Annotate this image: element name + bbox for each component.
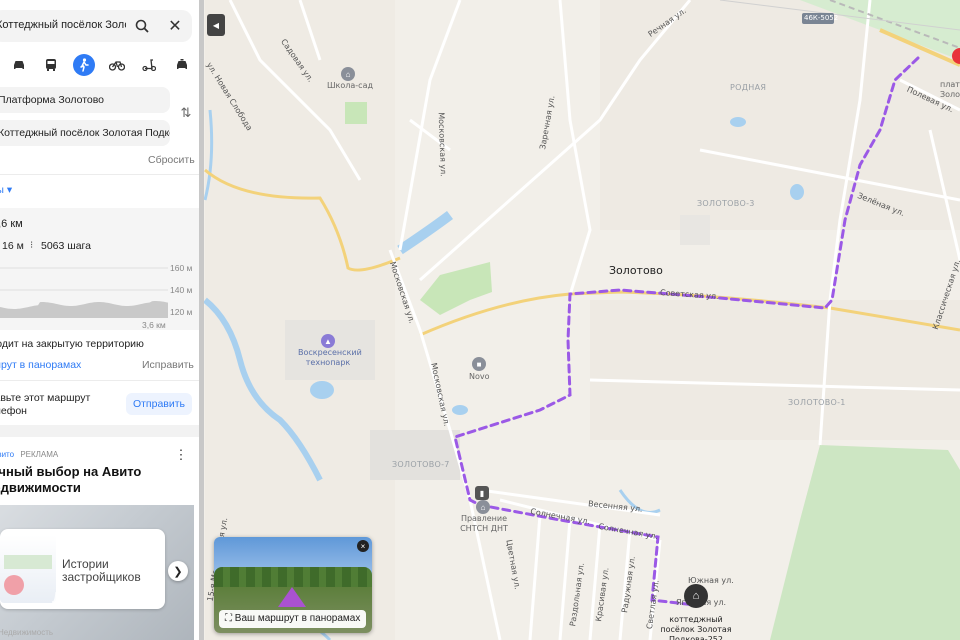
panorama-route-link[interactable]: Маршрут в панорамах — [0, 359, 92, 371]
send-to-phone-button[interactable]: Отправить — [126, 393, 192, 415]
fix-route-button[interactable]: Исправить — [142, 359, 198, 371]
poi-label[interactable]: Школа-сад — [327, 81, 373, 91]
route-warning-text: Проходит на закрытую территорию — [0, 338, 144, 350]
close-icon[interactable]: ✕ — [164, 15, 186, 37]
taxi-mode-icon[interactable] — [171, 54, 193, 76]
poi-label[interactable]: Правление СНТСН ДНТ — [460, 514, 508, 534]
thumb-band — [4, 555, 52, 569]
shop-icon[interactable]: ■ — [472, 357, 486, 371]
more-icon[interactable]: ⋮ — [170, 444, 192, 466]
elevation-end-label: 3,6 км — [142, 320, 166, 330]
route-time: 16 м — [2, 240, 24, 252]
swap-points-icon[interactable]: ⇅ — [175, 102, 197, 124]
search-icon[interactable] — [131, 15, 153, 37]
office-icon[interactable]: ▮ — [475, 486, 489, 500]
ad-thumbnail — [0, 535, 56, 603]
district-label: РОДНАЯ — [730, 83, 767, 92]
ad-title-line: Недвижимости — [0, 480, 81, 495]
route-to-field[interactable]: Коттеджный посёлок Золотая Подкова,... — [0, 120, 170, 146]
collapse-panel-button[interactable]: ◀ — [207, 14, 225, 36]
district-label: ЗОЛОТОВО-3 — [697, 199, 755, 208]
elevation-tick: 140 м — [170, 285, 193, 295]
bus-mode-icon[interactable] — [40, 54, 62, 76]
ad-card-line: застройщиков — [62, 570, 141, 584]
highway-shield-label: 46К-5052 — [804, 14, 839, 22]
chevron-right-icon[interactable]: ❯ — [168, 561, 188, 581]
ad-brand-logo: ДОМКЛИК — [52, 590, 139, 607]
divider — [0, 380, 200, 381]
route-options-dropdown[interactable]: Параметры ▾ — [0, 184, 68, 196]
poi-label[interactable]: платформа Золотово — [940, 80, 960, 100]
send-prompt: Отправьте этот маршрут на телефон — [0, 392, 120, 418]
panorama-card[interactable]: × ⛶ Ваш маршрут в панорамах — [214, 537, 372, 633]
panel-scrollbar[interactable] — [199, 0, 204, 640]
panorama-link-text: Маршрут в панорамах — [0, 359, 82, 371]
ad-badge-suffix: РЕКЛАМА — [20, 450, 59, 459]
walking-mode-icon[interactable] — [73, 54, 95, 76]
reset-button[interactable]: Сбросить — [148, 154, 198, 166]
elevation-tick: 120 м — [170, 307, 193, 317]
ad-brand-name: Авито — [0, 450, 15, 459]
technopark-icon[interactable]: ▲ — [321, 334, 335, 348]
poi-label[interactable]: Novo — [469, 372, 490, 382]
ad-footer: Недвижимость — [0, 628, 54, 637]
route-panel: Коттеджный посёлок Золотая Подкова ✕ Пла… — [0, 0, 200, 640]
route-from-field[interactable]: Платформа Золотово — [0, 87, 170, 113]
search-query[interactable]: Коттеджный посёлок Золотая Подкова — [0, 19, 126, 31]
panorama-icon: ⛶ — [225, 613, 235, 624]
panorama-label[interactable]: ⛶ Ваш маршрут в панорамах — [219, 610, 367, 628]
elevation-tick: 160 м — [170, 263, 193, 273]
route-steps: 5063 шага — [41, 240, 91, 252]
poi-label[interactable]: Воскресенский технопарк — [298, 348, 362, 368]
thumb-badge — [4, 575, 24, 595]
bicycle-mode-icon[interactable] — [106, 54, 128, 76]
building-icon[interactable]: ⌂ — [476, 500, 490, 514]
close-icon[interactable]: × — [357, 540, 369, 552]
district-label: ЗОЛОТОВО-7 — [392, 460, 450, 469]
panorama-arrow-icon — [278, 587, 306, 607]
school-icon[interactable]: ⌂ — [341, 67, 355, 81]
send-prompt-line: Отправьте этот маршрут — [0, 392, 91, 404]
ad-card-text: Истории застройщиков — [62, 558, 141, 584]
route-distance: 3,6 км — [0, 218, 23, 230]
ad-title-line: Удачный выбор на Авито — [0, 464, 142, 479]
town-label: Золотово — [609, 264, 663, 277]
car-mode-icon[interactable] — [8, 54, 30, 76]
panorama-label-text: Ваш маршрут в панорамах — [234, 613, 361, 624]
route-options-label: Параметры ▾ — [0, 184, 13, 196]
ad-badge: Авито РЕКЛАМА — [0, 450, 112, 459]
section-separator — [0, 425, 200, 437]
district-label: ЗОЛОТОВО-1 — [788, 398, 846, 407]
send-prompt-line: на телефон — [0, 405, 27, 417]
ad-title[interactable]: Удачный выбор на Авито Недвижимости — [0, 464, 198, 496]
divider — [0, 174, 200, 175]
destination-label[interactable]: коттеджный посёлок Золотая Подкова-252 — [656, 615, 736, 640]
route-warning: Проходит на закрытую территорию — [0, 338, 200, 350]
destination-pin-icon[interactable]: ⌂ — [684, 584, 708, 608]
scooter-mode-icon[interactable] — [138, 54, 160, 76]
